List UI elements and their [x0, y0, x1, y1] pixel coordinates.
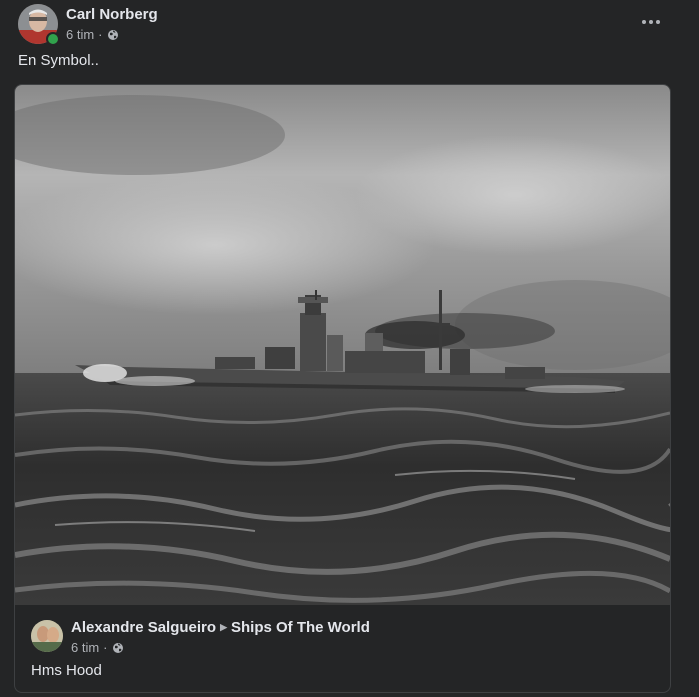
more-options-icon: [642, 20, 646, 24]
shared-post-time[interactable]: 6 tim: [71, 640, 99, 655]
post-card: Carl Norberg 6 tim · En Symbol.. Alexand…: [0, 0, 699, 697]
post-meta: 6 tim ·: [66, 27, 119, 42]
post-text: En Symbol..: [18, 52, 99, 69]
meta-separator: ·: [103, 640, 108, 655]
shared-post-text: Hms Hood: [31, 662, 102, 679]
author-name[interactable]: Carl Norberg: [66, 6, 158, 23]
shared-post-meta: 6 tim ·: [71, 640, 124, 655]
arrow-right-icon: ▶: [220, 622, 227, 632]
shared-author-line: Alexandre Salgueiro ▶ Ships Of The World: [71, 619, 370, 636]
globe-icon: [107, 29, 118, 40]
globe-icon: [112, 642, 123, 653]
more-options-button[interactable]: [636, 12, 666, 32]
shared-post[interactable]: Alexandre Salgueiro ▶ Ships Of The World…: [14, 84, 671, 693]
online-status-dot: [46, 32, 60, 46]
shared-author-avatar[interactable]: [31, 620, 63, 652]
shared-group-name[interactable]: Ships Of The World: [231, 619, 370, 636]
meta-separator: ·: [98, 27, 103, 42]
shared-post-header: Alexandre Salgueiro ▶ Ships Of The World…: [31, 618, 651, 658]
post-time[interactable]: 6 tim: [66, 27, 94, 42]
post-header: Carl Norberg 6 tim ·: [18, 4, 688, 46]
shared-author-name[interactable]: Alexandre Salgueiro: [71, 619, 216, 636]
shared-photo[interactable]: [15, 85, 670, 605]
